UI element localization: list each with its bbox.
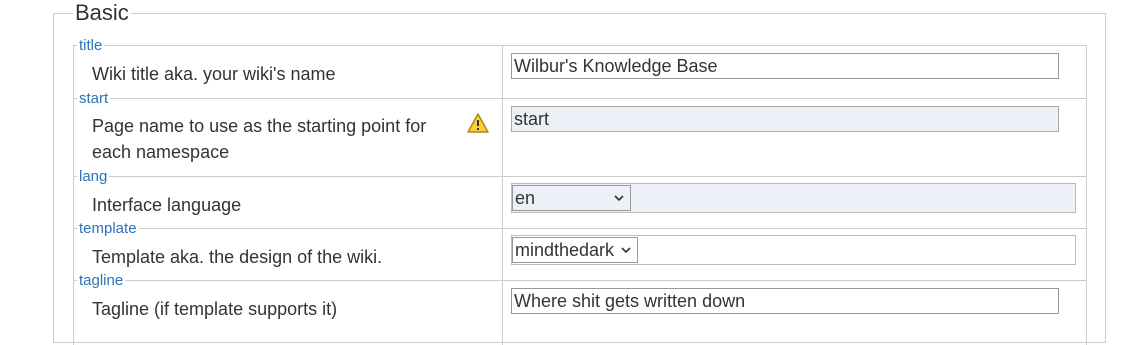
tagline-input[interactable] bbox=[511, 288, 1059, 314]
config-row-template: template Template aka. the design of the… bbox=[74, 220, 1086, 280]
column-divider bbox=[502, 99, 503, 176]
setting-key: template bbox=[77, 220, 139, 237]
config-table: title Wiki title aka. your wiki's name s… bbox=[73, 37, 1087, 345]
template-select[interactable]: mindthedark bbox=[512, 237, 638, 263]
config-row-start: start Page name to use as the starting p… bbox=[74, 90, 1086, 176]
title-input[interactable] bbox=[511, 53, 1059, 79]
setting-key: start bbox=[77, 90, 111, 107]
setting-description: Wiki title aka. your wiki's name bbox=[92, 64, 336, 84]
setting-key: tagline bbox=[77, 272, 126, 289]
setting-description: Template aka. the design of the wiki. bbox=[92, 247, 383, 267]
config-row-lang: lang Interface language en bbox=[74, 168, 1086, 228]
config-row-title: title Wiki title aka. your wiki's name bbox=[74, 37, 1086, 98]
setting-description: Interface language bbox=[92, 195, 242, 215]
lang-select-value: en bbox=[515, 188, 536, 208]
setting-description-line-1: Page name to use as the starting point f… bbox=[92, 116, 427, 136]
setting-key: title bbox=[77, 37, 105, 54]
setting-description: Tagline (if template supports it) bbox=[92, 299, 338, 319]
lang-select-wrapper: en bbox=[511, 183, 1076, 213]
column-divider bbox=[502, 46, 503, 98]
start-input[interactable] bbox=[511, 106, 1059, 132]
section-legend: Basic bbox=[73, 0, 131, 26]
lang-select[interactable]: en bbox=[512, 185, 631, 211]
setting-key: lang bbox=[77, 168, 110, 185]
column-divider bbox=[502, 177, 503, 228]
config-row-tagline: tagline Tagline (if template supports it… bbox=[74, 272, 1086, 345]
chevron-down-icon bbox=[614, 195, 624, 202]
setting-description-line-2: each namespace bbox=[92, 142, 230, 162]
chevron-down-icon bbox=[621, 247, 631, 254]
warning-icon bbox=[467, 113, 489, 133]
template-select-wrapper: mindthedark bbox=[511, 235, 1076, 265]
template-select-value: mindthedark bbox=[515, 240, 615, 260]
column-divider bbox=[502, 229, 503, 280]
column-divider bbox=[502, 281, 503, 345]
